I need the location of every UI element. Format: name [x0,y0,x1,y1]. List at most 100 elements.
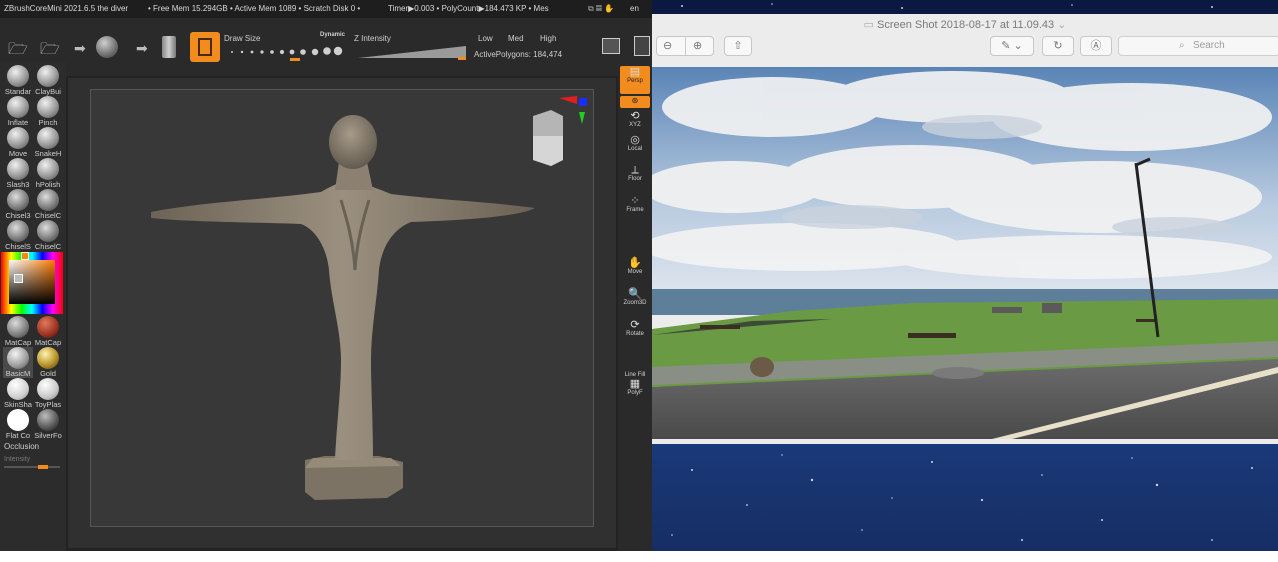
brush-chisel3d[interactable]: Chisel3 [3,189,33,220]
navigation-cube[interactable] [523,96,593,176]
brush-thumbnail [7,189,29,211]
high-button[interactable]: High [540,34,556,43]
zoom-out-icon[interactable]: ⊖ [663,37,672,55]
book-icon[interactable] [634,36,650,56]
right-shelf: ▤ Persp ⊛ ⟲ XYZ ◎ Local ⟂ Floor ⁘ Frame ✋ Move… [618,62,652,551]
zbrush-window: ZBrushCoreMini 2021.6.5 the diver • Free… [0,0,652,551]
material-matcap-gray[interactable]: MatCap [3,316,33,347]
markup-button[interactable]: ✎ ⌄ [990,36,1034,56]
tool-sphere-icon[interactable] [96,36,118,58]
material-flat-color[interactable]: Flat Co [3,409,33,440]
language-label[interactable]: en [630,0,639,18]
material-toyplastic[interactable]: ToyPlas [33,378,63,409]
hue-marker[interactable] [21,252,29,260]
material-thumbnail [7,409,29,431]
left-shelf: Standar ClayBui Inflate Pinch Move Snake… [0,62,66,551]
save-folder-icon[interactable]: 🗁 [40,38,60,65]
occlusion-label[interactable]: Occlusion [4,442,39,451]
material-gold[interactable]: Gold [33,347,63,378]
brush-claybuildup[interactable]: ClayBui [33,65,63,96]
material-skinshade[interactable]: SkinSha [3,378,33,409]
model-body [151,180,535,460]
zoom3d-button[interactable]: 🔍 Zoom3D [620,288,650,306]
share-button[interactable]: ⇧ [724,36,752,56]
brush-standard[interactable]: Standar [3,65,33,96]
intensity-label: Intensity [4,456,31,463]
material-basic[interactable]: BasicM [3,347,33,378]
chevron-down-icon[interactable]: ⌄ [1057,19,1066,31]
floor-icon: ⟂ [631,164,639,176]
active-polygons-readout: ActivePolygons: 184,474 [474,50,563,59]
brush-hpolish[interactable]: hPolish [33,158,63,189]
floor-label: Floor [628,176,642,182]
bench [700,325,740,329]
dynamic-label[interactable]: Dynamic [320,32,345,38]
alpha-icon[interactable] [162,36,176,58]
rotate-icon: ⟳ [630,319,640,331]
menu-icons[interactable]: ⧉ ▦ ✋ [588,0,614,18]
bench [1136,319,1156,322]
brush-label: ChiselC [34,211,62,220]
local-button[interactable]: ◎ Local [620,134,650,152]
intensity-slider-thumb[interactable] [38,465,48,469]
brush-label: Pinch [38,118,58,127]
med-button[interactable]: Med [508,34,524,43]
brush-chiselcreature[interactable]: ChiselC [33,189,63,220]
rotate-button[interactable]: ↻ [1042,36,1074,56]
floor-button[interactable]: ⟂ Floor [620,164,650,182]
brush-thumbnail [37,220,59,242]
open-folder-icon[interactable]: 🗁 [8,38,28,65]
brush-label: Inflate [7,118,29,127]
frame-button[interactable]: ⁘ Frame [620,195,650,213]
color-picker[interactable] [1,252,63,314]
move-view-button[interactable]: ✋ Move [620,257,650,275]
color-marker[interactable] [14,274,23,283]
brush-chiselskull[interactable]: ChiselS [3,220,33,251]
zoom-in-icon[interactable]: ⊕ [693,37,702,55]
intensity-slider[interactable] [4,465,60,469]
brush-snakehook[interactable]: SnakeH [33,127,63,158]
material-matcap-red[interactable]: MatCap [33,316,63,347]
search-field[interactable]: ⌕ Search [1118,36,1278,56]
document-frame[interactable] [90,89,594,527]
arrow-right-icon: ➡ [74,40,86,56]
axis-y-icon [579,112,585,124]
brush-slash3[interactable]: Slash3 [3,158,33,189]
sculpt-model[interactable] [91,90,593,526]
image-icon[interactable] [602,38,620,54]
brush-thumbnail [37,189,59,211]
nav-head-shade [533,136,563,166]
brush-move[interactable]: Move [3,127,33,158]
material-label: BasicM [5,369,31,378]
z-intensity-slider[interactable] [358,44,470,62]
axis-z-icon [579,98,587,106]
sym-button[interactable]: ⊛ [620,96,650,108]
brush-chiselcreature-2[interactable]: ChiselC [33,220,63,251]
low-button[interactable]: Low [478,34,493,43]
brush-thumbnail [7,158,29,180]
brush-thumbnail [37,65,59,87]
zbrush-memory-status: • Free Mem 15.294GB • Active Mem 1089 • … [148,4,361,13]
zoom3d-icon: 🔍 [628,288,642,300]
brush-inflate[interactable]: Inflate [3,96,33,127]
draw-size-slider[interactable] [226,44,346,62]
material-thumbnail [7,378,29,400]
material-thumbnail [37,347,59,369]
material-thumbnail [37,316,59,338]
sculpt-canvas[interactable] [68,78,616,548]
draw-mode-button[interactable] [190,32,220,62]
polyf-button[interactable]: Line Fill ▦ PolyF [620,372,650,396]
preview-title[interactable]: Screen Shot 2018-08-17 at 11.09.43 [877,19,1054,31]
xyz-button[interactable]: ⟲ XYZ [620,110,650,128]
markup-icon: Ⓐ [1090,40,1102,52]
screenshot-image[interactable] [652,67,1278,439]
material-label: MatCap [4,338,32,347]
persp-button[interactable]: ▤ Persp [620,66,650,94]
draw-size-label: Draw Size [224,34,261,43]
preview-title-bar[interactable]: ▭ Screen Shot 2018-08-17 at 11.09.43 ⌄ [652,14,1278,36]
rotate-button[interactable]: ⟳ Rotate [620,319,650,337]
brush-pinch[interactable]: Pinch [33,96,63,127]
brush-thumbnail [7,65,29,87]
material-silverfoil[interactable]: SilverFo [33,409,63,440]
markup-toolbar-button[interactable]: Ⓐ [1080,36,1112,56]
